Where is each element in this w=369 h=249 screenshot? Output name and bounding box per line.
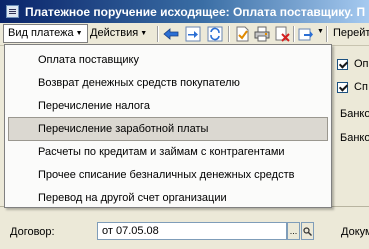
payment-type-dropdown: Оплата поставщику Возврат денежных средс…: [4, 44, 332, 208]
contract-search-icon[interactable]: [301, 222, 314, 240]
document-icon: [6, 5, 19, 18]
caret-down-icon: ▼: [140, 30, 148, 37]
navigate-menu[interactable]: Перейти: [329, 24, 369, 43]
refresh-icon[interactable]: [206, 25, 224, 43]
post-icon[interactable]: [233, 25, 251, 43]
toolbar-separator: [157, 26, 159, 42]
checkbox-2-label: Сп: [354, 81, 368, 93]
toolbar-separator: [326, 26, 328, 42]
checkbox-1-label: Оп: [354, 58, 369, 70]
menu-item-loan-settlements[interactable]: Расчеты по кредитам и займам с контраген…: [9, 141, 327, 163]
checkbox-1[interactable]: [337, 59, 348, 70]
menu-item-supplier-payment[interactable]: Оплата поставщику: [9, 49, 327, 71]
toolbar-separator: [293, 26, 295, 42]
menu-item-other-writeoff[interactable]: Прочее списание безналичных денежных сре…: [9, 164, 327, 186]
print-icon[interactable]: [253, 25, 271, 43]
form-right-area: Оп Сп Банко Банко: [330, 46, 369, 206]
go-icon[interactable]: [297, 25, 315, 43]
payment-type-menu-label: Вид платежа: [8, 27, 74, 39]
checkbox-2[interactable]: [337, 82, 348, 93]
caret-down-icon[interactable]: ▼: [317, 28, 324, 35]
toolbar: Вид платежа▼ Действия▼ ▼ Перейти: [0, 23, 369, 46]
actions-menu-label: Действия: [90, 27, 139, 39]
delete-icon[interactable]: [273, 25, 291, 43]
menu-item-account-transfer[interactable]: Перевод на другой счет организации: [9, 187, 327, 209]
arrow-right-icon[interactable]: [184, 25, 202, 43]
contract-field[interactable]: от 07.05.08: [97, 222, 287, 240]
contract-row: Договор: от 07.05.08 ... Докум: [0, 220, 369, 244]
payment-type-menu[interactable]: Вид платежа ▼: [3, 24, 88, 43]
contract-select-button[interactable]: ...: [287, 222, 300, 240]
contract-label: Договор:: [10, 226, 55, 238]
caret-down-icon: ▼: [75, 30, 83, 37]
menu-item-tax-transfer[interactable]: Перечисление налога: [9, 95, 327, 117]
window-titlebar: Платежное поручение исходящее: Оплата по…: [0, 0, 369, 23]
bank-label-2: Банко: [340, 132, 369, 144]
menu-item-salary-transfer[interactable]: Перечисление заработной платы: [8, 117, 328, 141]
document-label: Докум: [341, 226, 369, 238]
menu-item-customer-refund[interactable]: Возврат денежных средств покупателю: [9, 72, 327, 94]
actions-menu[interactable]: Действия ▼: [86, 24, 151, 43]
toolbar-separator: [228, 26, 230, 42]
window-title: Платежное поручение исходящее: Оплата по…: [25, 4, 366, 19]
arrow-left-icon[interactable]: [162, 25, 180, 43]
bank-label-1: Банко: [340, 108, 369, 120]
